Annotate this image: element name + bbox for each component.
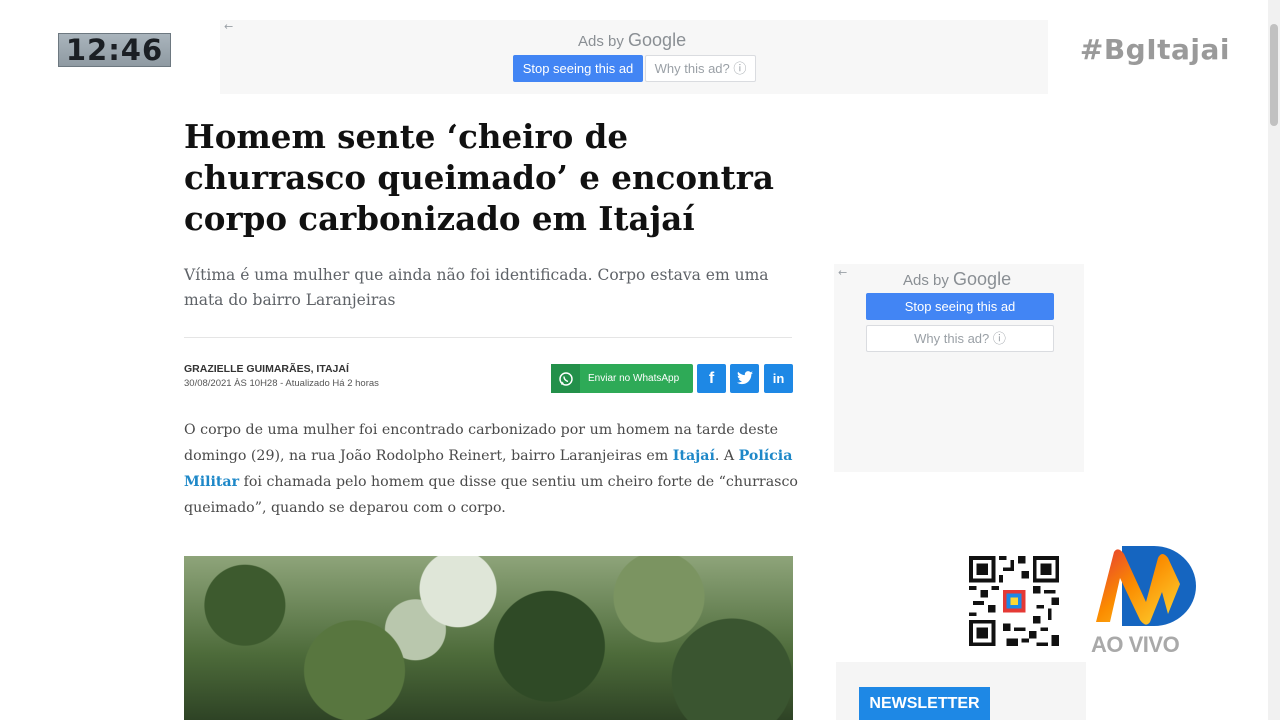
stop-seeing-ad-button[interactable]: Stop seeing this ad	[513, 55, 643, 82]
share-facebook-button[interactable]: f	[697, 364, 726, 393]
whatsapp-label: Enviar no WhatsApp	[588, 373, 680, 384]
ad-back-arrow-icon[interactable]: ←	[838, 266, 847, 279]
divider	[184, 337, 792, 338]
facebook-icon: f	[708, 370, 715, 387]
linkedin-icon: in	[772, 371, 785, 386]
google-wordmark: Google	[628, 30, 687, 50]
link-itajai[interactable]: Itajaí	[673, 448, 715, 464]
share-whatsapp-button[interactable]: Enviar no WhatsApp	[551, 364, 693, 393]
article-date: 30/08/2021 ÀS 10H28 - Atualizado Há 2 ho…	[184, 378, 379, 389]
share-twitter-button[interactable]	[730, 364, 759, 393]
article-photo	[184, 556, 793, 720]
google-wordmark: Google	[953, 269, 1012, 289]
tv-hashtag: #BgItajai	[1079, 33, 1230, 66]
page-scrollbar[interactable]	[1268, 0, 1280, 720]
side-ad-banner: ← Ads by Google Stop seeing this ad Why …	[834, 264, 1084, 472]
stop-seeing-ad-button[interactable]: Stop seeing this ad	[866, 293, 1054, 320]
qr-code-icon	[957, 548, 1070, 654]
article-headline: Homem sente ‘cheiro de churrasco queimad…	[184, 117, 774, 238]
scrollbar-thumb[interactable]	[1270, 24, 1278, 126]
tv-clock: 12:46	[58, 33, 171, 67]
share-linkedin-button[interactable]: in	[764, 364, 793, 393]
article-subtitle: Vítima é uma mulher que ainda não foi id…	[184, 266, 769, 309]
whatsapp-icon	[551, 364, 580, 393]
nd-logo-icon	[1092, 544, 1202, 628]
ads-by-google-label: Ads by Google	[578, 30, 687, 50]
newsletter-button[interactable]: NEWSLETTER	[859, 687, 990, 720]
ad-back-arrow-icon[interactable]: ←	[224, 20, 233, 33]
twitter-icon	[736, 371, 753, 389]
why-this-ad-button[interactable]: Why this ad? ⓘ	[645, 55, 756, 82]
article-body-paragraph: O corpo de uma mulher foi encontrado car…	[184, 422, 798, 516]
ads-by-google-label: Ads by Google	[903, 269, 1012, 289]
ao-vivo-label: AO VIVO	[1091, 632, 1180, 657]
why-this-ad-button[interactable]: Why this ad? ⓘ	[866, 325, 1054, 352]
article-author: GRAZIELLE GUIMARÃES, ITAJAÍ	[184, 363, 349, 375]
top-ad-banner: ← Ads by Google Stop seeing this ad Why …	[220, 20, 1048, 94]
